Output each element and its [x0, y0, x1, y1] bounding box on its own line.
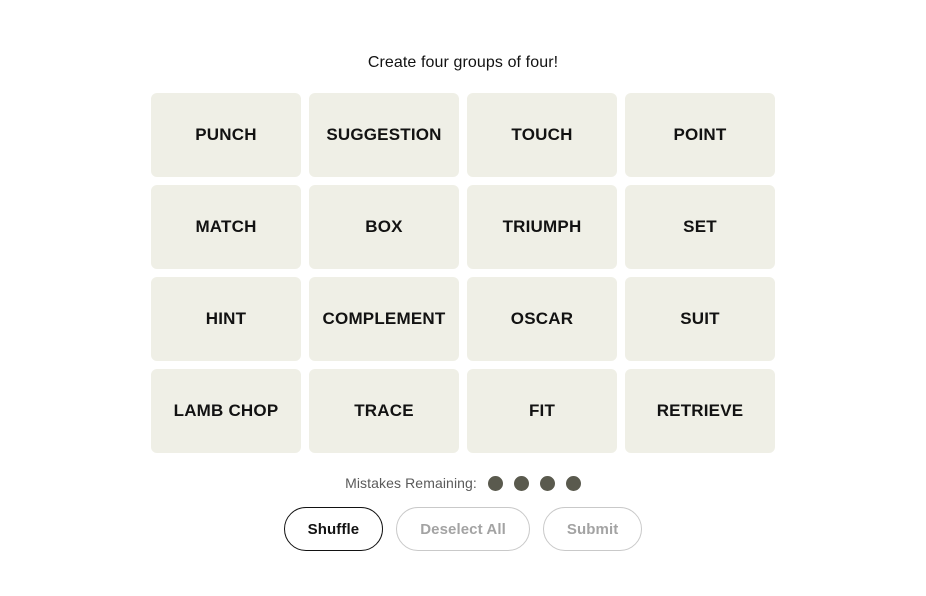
- word-tile-label: TRIUMPH: [502, 216, 582, 236]
- word-tile[interactable]: RETRIEVE: [625, 369, 775, 453]
- word-tile[interactable]: SET: [625, 185, 775, 269]
- word-tile-label: TRACE: [354, 400, 414, 420]
- word-tile-label: SET: [683, 216, 717, 236]
- word-tile-label: TOUCH: [511, 124, 573, 144]
- word-tile[interactable]: SUGGESTION: [309, 93, 459, 177]
- connections-game-page: Create four groups of four! PUNCH SUGGES…: [0, 0, 926, 596]
- word-tile[interactable]: BOX: [309, 185, 459, 269]
- submit-button[interactable]: Submit: [542, 507, 643, 551]
- mistakes-remaining: Mistakes Remaining:: [345, 475, 581, 491]
- word-tile-label: COMPLEMENT: [322, 308, 446, 328]
- word-tile[interactable]: TRIUMPH: [467, 185, 617, 269]
- shuffle-button[interactable]: Shuffle: [283, 507, 384, 551]
- word-tile-label: SUIT: [680, 308, 720, 328]
- word-tile-label: SUGGESTION: [326, 124, 442, 144]
- mistakes-remaining-label: Mistakes Remaining:: [345, 475, 477, 491]
- word-tile[interactable]: FIT: [467, 369, 617, 453]
- word-tile[interactable]: TOUCH: [467, 93, 617, 177]
- game-controls: Shuffle Deselect All Submit: [283, 507, 643, 551]
- word-tile-label: OSCAR: [510, 308, 574, 328]
- word-tile[interactable]: MATCH: [151, 185, 301, 269]
- word-tile-label: BOX: [365, 216, 403, 236]
- word-tile[interactable]: LAMB CHOP: [151, 369, 301, 453]
- word-tile[interactable]: PUNCH: [151, 93, 301, 177]
- word-tile-label: FIT: [528, 400, 556, 420]
- word-tile-label: LAMB CHOP: [173, 400, 279, 420]
- mistake-dot-icon: [513, 475, 529, 491]
- word-tile[interactable]: COMPLEMENT: [309, 277, 459, 361]
- word-tile[interactable]: POINT: [625, 93, 775, 177]
- deselect-all-button[interactable]: Deselect All: [396, 507, 530, 551]
- word-tile[interactable]: OSCAR: [467, 277, 617, 361]
- mistake-dot-icon: [565, 475, 581, 491]
- word-tile-label: HINT: [205, 308, 247, 328]
- mistakes-dot-group: [487, 475, 581, 491]
- word-tile[interactable]: HINT: [151, 277, 301, 361]
- word-tile-label: RETRIEVE: [656, 400, 744, 420]
- word-grid: PUNCH SUGGESTION TOUCH POINT MATCH BOX T…: [151, 93, 775, 453]
- word-tile-label: MATCH: [195, 216, 257, 236]
- word-tile[interactable]: SUIT: [625, 277, 775, 361]
- mistake-dot-icon: [539, 475, 555, 491]
- mistake-dot-icon: [487, 475, 503, 491]
- word-tile[interactable]: TRACE: [309, 369, 459, 453]
- word-tile-label: POINT: [673, 124, 727, 144]
- word-tile-label: PUNCH: [195, 124, 257, 144]
- page-title: Create four groups of four!: [367, 54, 559, 71]
